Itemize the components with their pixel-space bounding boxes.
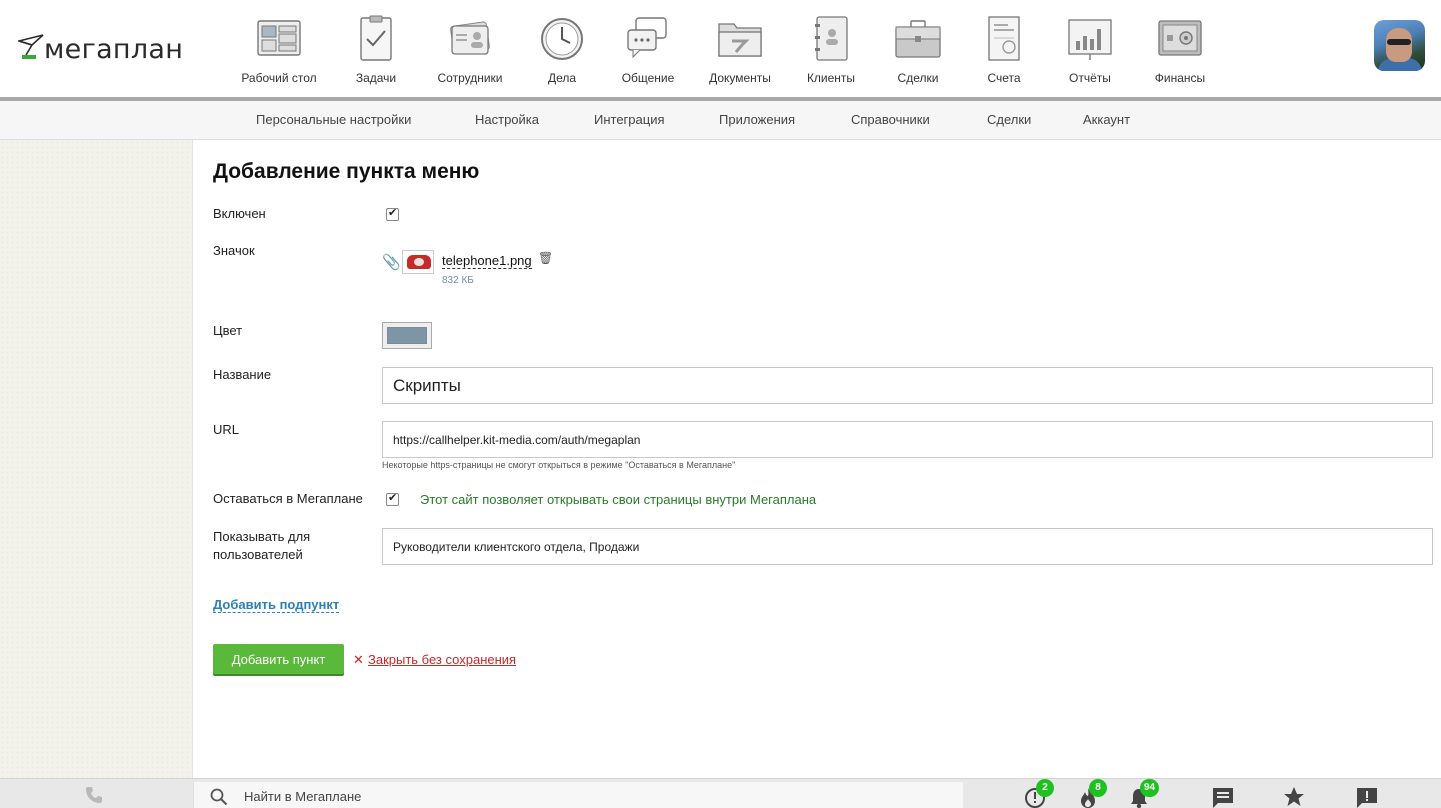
subnav-personal-settings[interactable]: Персональные настройки (256, 112, 411, 127)
icon-file-size: 832 КБ (442, 275, 474, 286)
top-navigation-bar: мегаплан Рабочий стол Задачи Сотрудники … (0, 0, 1441, 97)
subnav-settings[interactable]: Настройка (475, 112, 539, 127)
reports-icon (1068, 19, 1112, 60)
nav-item-tasks[interactable]: Задачи (336, 0, 416, 97)
color-label: Цвет (213, 323, 243, 338)
show-for-users-label-line1: Показывать для (213, 529, 311, 544)
feedback-icon (1357, 788, 1377, 808)
add-item-button[interactable]: Добавить пункт (213, 644, 344, 674)
url-label: URL (213, 422, 240, 437)
chat-icon (627, 17, 667, 59)
users-input[interactable] (382, 528, 1433, 565)
message-icon (1213, 788, 1233, 808)
notifications-button[interactable]: 94 (1128, 779, 1160, 808)
subnav-applications[interactable]: Приложения (719, 112, 795, 127)
enabled-checkbox[interactable] (386, 206, 399, 221)
url-hint: Некоторые https-страницы не смогут откры… (382, 460, 736, 470)
briefcase-icon (895, 20, 941, 58)
nav-item-deals[interactable]: Сделки (882, 0, 954, 97)
safe-icon (1158, 20, 1202, 56)
color-swatch-fill (387, 327, 427, 344)
stay-in-megaplan-label: Оставаться в Мегаплане (213, 491, 363, 506)
desktop-icon (257, 20, 301, 56)
nav-item-desktop[interactable]: Рабочий стол (232, 0, 326, 97)
close-without-saving-link[interactable]: Закрыть без сохранения (368, 652, 516, 667)
settings-subnav: Персональные настройки Настройка Интегра… (0, 101, 1441, 140)
subnav-account[interactable]: Аккаунт (1083, 112, 1130, 127)
paperclip-icon[interactable]: 📎 (382, 253, 401, 271)
employees-icon (450, 21, 490, 55)
search-icon (210, 788, 228, 806)
favorites-button[interactable] (1283, 786, 1307, 808)
subnav-deals[interactable]: Сделки (987, 112, 1031, 127)
nav-item-affairs[interactable]: Дела (526, 0, 598, 97)
add-subitem-link[interactable]: Добавить подпункт (213, 597, 340, 613)
notifications-badge: 94 (1140, 779, 1160, 797)
delete-file-icon[interactable]: 🗑 (538, 251, 553, 265)
tasks-icon (360, 15, 392, 61)
clients-icon (815, 16, 848, 61)
icon-thumbnail (402, 250, 434, 274)
icon-file-name[interactable]: telephone1.png (442, 253, 532, 269)
paper-plane-logo-icon (18, 34, 44, 59)
nav-item-finances[interactable]: Финансы (1142, 0, 1218, 97)
name-label: Название (213, 367, 272, 382)
enabled-label: Включен (213, 206, 266, 221)
star-icon (1284, 787, 1304, 806)
color-picker-button[interactable] (382, 322, 432, 349)
menu-item-form: Добавление пункта меню Включен Значок 📎 … (193, 140, 1441, 778)
nav-item-documents[interactable]: Документы (702, 0, 778, 97)
clock-icon (541, 18, 583, 60)
messages-button[interactable] (1211, 786, 1235, 808)
subnav-integration[interactable]: Интеграция (594, 112, 665, 127)
close-icon[interactable]: ✕ (353, 652, 364, 668)
folder-icon (718, 23, 762, 57)
alerts-button[interactable]: 2 (1024, 779, 1054, 808)
show-for-users-label-line2: пользователей (213, 547, 303, 562)
global-search (193, 782, 963, 808)
name-input[interactable] (382, 367, 1433, 404)
logo-text: мегаплан (44, 34, 184, 65)
stay-in-megaplan-message: Этот сайт позволяет открывать свои стран… (420, 492, 817, 507)
stay-in-megaplan-checkbox[interactable] (386, 491, 399, 506)
subnav-directories[interactable]: Справочники (851, 112, 930, 127)
nav-item-invoices[interactable]: Счета (972, 0, 1036, 97)
invoice-icon (988, 16, 1020, 61)
page-title: Добавление пункта меню (213, 160, 480, 183)
search-input[interactable] (244, 787, 844, 805)
icon-label: Значок (213, 243, 255, 258)
hot-button[interactable]: 8 (1077, 779, 1107, 808)
bottom-bar: 2 8 94 (0, 778, 1441, 808)
nav-item-clients[interactable]: Клиенты (796, 0, 866, 97)
megaplan-logo[interactable]: мегаплан (18, 33, 183, 65)
nav-item-reports[interactable]: Отчёты (1058, 0, 1122, 97)
left-side-panel (0, 140, 193, 778)
nav-item-employees[interactable]: Сотрудники (426, 0, 514, 97)
hot-badge: 8 (1089, 779, 1107, 797)
phone-icon[interactable] (84, 785, 104, 805)
nav-item-communication[interactable]: Общение (612, 0, 684, 97)
feedback-button[interactable] (1355, 786, 1379, 808)
url-input[interactable] (382, 421, 1433, 458)
user-avatar[interactable] (1374, 20, 1425, 71)
alerts-badge: 2 (1036, 779, 1054, 797)
